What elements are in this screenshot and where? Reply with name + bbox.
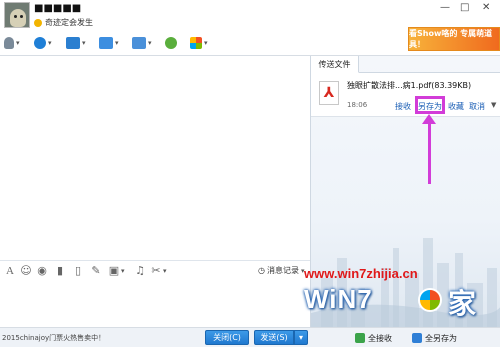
footer-ad-link[interactable]: 2015chinajoy门票火热售卖中！ (2, 333, 105, 343)
close-button[interactable]: 关闭(C) (205, 330, 249, 345)
chevron-down-icon[interactable]: ▾ (163, 267, 167, 275)
maximize-button[interactable]: □ (460, 2, 469, 13)
receive-all-button[interactable]: 全接收 (355, 331, 392, 345)
add-contact-button[interactable] (165, 34, 177, 52)
chevron-down-icon[interactable]: ▾ (148, 39, 152, 47)
chat-header: ■■■■■ 奇迹定会发生 — □ ✕ (0, 0, 500, 30)
watermark-url: www.win7zhijia.cn (304, 266, 418, 281)
watermark-logo: WiN7 (304, 284, 373, 314)
footer-bar: 2015chinajoy门票火热售卖中！ 关闭(C) 发送(S) ▾ 全接收 全… (0, 327, 500, 347)
message-input[interactable] (0, 280, 310, 327)
favorite-link[interactable]: 收藏 (448, 101, 464, 112)
chevron-down-icon[interactable]: ▾ (16, 39, 20, 47)
status-text: 奇迹定会发生 (45, 18, 93, 27)
avatar[interactable] (4, 2, 30, 28)
nudge-icon[interactable]: ◉ (36, 265, 48, 277)
remote-desktop-button[interactable]: ▾ (132, 34, 152, 52)
save-all-button[interactable]: 全另存为 (412, 331, 457, 345)
arrow-annotation (428, 118, 431, 184)
apps-button[interactable]: ▾ (190, 34, 208, 52)
highlight-annotation (415, 96, 445, 114)
watermark-suffix: 家 (448, 287, 477, 320)
save-all-icon (412, 333, 422, 343)
cancel-link[interactable]: 取消 (469, 101, 485, 112)
video-message-icon[interactable]: ▯ (72, 265, 84, 277)
screen-share-icon (66, 37, 80, 49)
message-history[interactable] (0, 56, 310, 260)
transfer-time: 18:06 (347, 101, 368, 109)
file-name: 独眼扩散法排...病1.pdf(83.39KB) (347, 81, 472, 90)
pdf-file-icon: ⅄ (319, 81, 339, 105)
chevron-down-icon[interactable]: ▾ (115, 39, 119, 47)
apps-icon (190, 37, 202, 49)
receive-all-label: 全接收 (368, 333, 392, 343)
windows-logo-icon (418, 288, 442, 312)
voice-message-icon[interactable]: ▮ (54, 265, 66, 277)
close-window-button[interactable]: ✕ (482, 2, 490, 13)
input-toolbar: A ☺ ◉ ▮ ▯ ✎ ▣ ▾ ♫ ✂ ▾ ◷ 消息记录 ▾ (0, 260, 310, 280)
image-icon[interactable]: ▣ (108, 265, 120, 277)
emoji-icon[interactable]: ☺ (20, 265, 32, 277)
tab-file-transfer[interactable]: 传送文件 (311, 56, 359, 73)
voice-call-button[interactable]: ▾ (4, 34, 20, 52)
add-contact-icon (165, 37, 177, 49)
chevron-down-icon[interactable]: ▾ (204, 39, 208, 47)
message-record-label: 消息记录 (266, 266, 299, 275)
more-options-icon[interactable]: ▼ (491, 101, 496, 109)
folder-icon (99, 37, 113, 49)
watermark: www.win7zhijia.cn WiN7 家 (296, 266, 500, 326)
music-icon[interactable]: ♫ (134, 265, 146, 277)
remote-desktop-icon (132, 37, 146, 49)
clock-icon: ◷ (258, 266, 265, 275)
save-all-label: 全另存为 (425, 333, 457, 343)
minimize-button[interactable]: — (440, 2, 450, 13)
contact-name[interactable]: ■■■■■ (34, 3, 81, 14)
bulb-icon (34, 18, 42, 27)
ad-banner[interactable]: 看Show咯的 专属萌道具！ (408, 27, 500, 51)
receive-link[interactable]: 接收 (395, 101, 411, 112)
video-icon (34, 37, 46, 49)
font-icon[interactable]: A (4, 265, 16, 277)
send-button[interactable]: 发送(S) (254, 330, 294, 345)
microphone-icon (4, 37, 14, 49)
receive-all-icon (355, 333, 365, 343)
video-call-button[interactable]: ▾ (34, 34, 52, 52)
chevron-down-icon[interactable]: ▾ (82, 39, 86, 47)
status-signature: 奇迹定会发生 (34, 17, 93, 28)
send-options-button[interactable]: ▾ (294, 330, 308, 345)
chevron-down-icon: ▾ (298, 333, 303, 342)
screenshot-icon[interactable]: ✂ (150, 265, 162, 277)
chevron-down-icon[interactable]: ▾ (121, 267, 125, 275)
send-file-button[interactable]: ▾ (99, 34, 119, 52)
screen-share-button[interactable]: ▾ (66, 34, 86, 52)
edit-icon[interactable]: ✎ (90, 265, 102, 277)
chevron-down-icon[interactable]: ▾ (48, 39, 52, 47)
file-transfer-item: ⅄ 独眼扩散法排...病1.pdf(83.39KB) 18:06 接收 另存为 … (311, 73, 500, 117)
